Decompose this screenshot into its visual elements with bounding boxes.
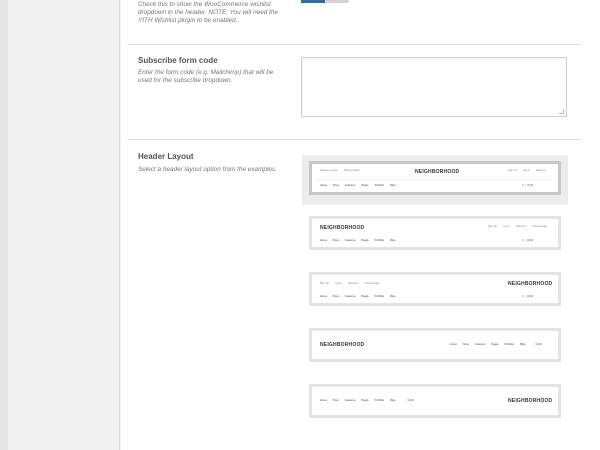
cart-icons: ▢0 ♥0 bbox=[406, 399, 414, 402]
nav-menu: Home Shop Features Pages Portfolio Blog bbox=[320, 399, 396, 402]
logo: NEIGHBORHOOD bbox=[415, 169, 460, 175]
top-right-links: Sign Up Log In Welcome bbox=[508, 169, 547, 172]
top-left-links: Sign Up Log In Welcome Choose Page bbox=[320, 282, 380, 285]
subscribe-description: Enter the form code (e.g. Mailchimp) tha… bbox=[138, 69, 274, 85]
logo: NEIGHBORHOOD bbox=[320, 342, 365, 348]
divider bbox=[127, 139, 581, 140]
header-layout-title: Header Layout bbox=[138, 152, 194, 161]
top-right-links: Sign Up Log In Welcome Choose Page bbox=[488, 225, 548, 228]
admin-sidebar bbox=[8, 0, 120, 450]
mini-divider bbox=[318, 179, 552, 180]
cart-icons: ⚲ ▢0 ♥0 bbox=[522, 239, 533, 242]
logo: NEIGHBORHOOD bbox=[508, 398, 553, 404]
toggle-on[interactable] bbox=[301, 0, 325, 3]
subscribe-title: Subscribe form code bbox=[138, 56, 218, 65]
header-layout-option-3[interactable]: Sign Up Log In Welcome Choose Page NEIGHBOR… bbox=[309, 272, 561, 306]
nav-menu: Home Shop Features Pages Portfolio Blog bbox=[320, 239, 396, 242]
resize-handle-icon[interactable] bbox=[559, 109, 564, 114]
header-layout-option-4[interactable]: NEIGHBORHOOD Home Shop Features Pages Portfo… bbox=[309, 328, 561, 362]
nav-menu: Home Shop Features Pages Portfolio Blog bbox=[450, 343, 526, 346]
header-layout-option-1[interactable]: Welcome Guest Privacy Pages NEIGHBORHOOD … bbox=[309, 161, 561, 195]
header-layout-description: Select a header layout option from the e… bbox=[138, 166, 277, 173]
subscribe-form-code-textarea[interactable] bbox=[301, 57, 567, 117]
divider bbox=[127, 44, 581, 45]
toggle-off[interactable] bbox=[325, 0, 349, 3]
header-layout-option-2[interactable]: NEIGHBORHOOD Sign Up Log In Welcome Choose … bbox=[309, 216, 561, 250]
nav-menu: Home Shop Features Pages Portfolio Blog bbox=[320, 295, 396, 298]
header-layout-option-5[interactable]: Home Shop Features Pages Portfolio Blog ▢0 ♥0… bbox=[309, 384, 561, 418]
top-left-links: Welcome Guest Privacy Pages bbox=[320, 169, 360, 172]
logo: NEIGHBORHOOD bbox=[320, 225, 365, 231]
logo: NEIGHBORHOOD bbox=[508, 281, 553, 287]
nav-menu: Home Shop Features Pages Portfolio Blog bbox=[320, 184, 396, 187]
wishlist-description: Check this to show the WooCommerce wishl… bbox=[138, 1, 278, 25]
cart-icons: ▢0 ♥0 bbox=[534, 343, 542, 346]
cart-icons: ⚲ ▢0 ♥0 bbox=[522, 184, 533, 187]
left-strip bbox=[0, 0, 8, 450]
cart-icons: ⚲ ▢0 ♥0 bbox=[522, 295, 533, 298]
wishlist-toggle[interactable] bbox=[301, 0, 349, 3]
